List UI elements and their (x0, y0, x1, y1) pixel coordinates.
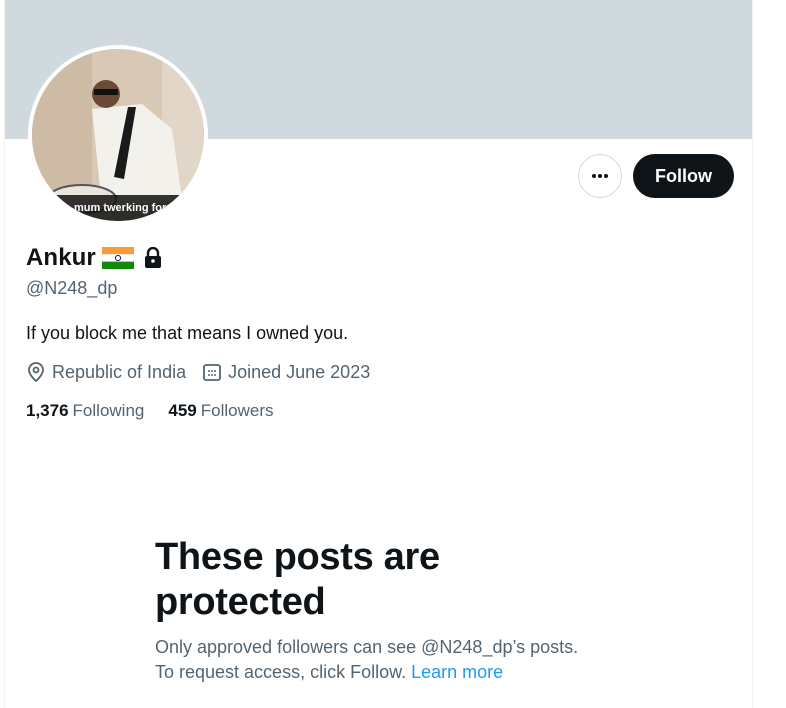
followers-link[interactable]: 459 Followers (168, 401, 273, 421)
profile-joined: Joined June 2023 (202, 362, 370, 383)
protected-line-1: Only approved followers can see @N248_dp… (155, 637, 579, 657)
more-options-button[interactable] (578, 154, 622, 198)
following-label: Following (72, 401, 145, 420)
following-link[interactable]: 1,376 Following (26, 401, 144, 421)
protected-message: Only approved followers can see @N248_dp… (155, 635, 635, 685)
followers-count: 459 (168, 401, 197, 420)
india-flag-icon (101, 247, 134, 269)
more-horizontal-icon (592, 174, 608, 178)
profile-stats: 1,376 Following 459 Followers (26, 401, 297, 421)
location-text: Republic of India (52, 361, 187, 382)
avatar-caption: mum twerking for (74, 202, 167, 214)
protected-line-2-text: To request access, click Follow. (155, 662, 412, 682)
location-pin-icon (28, 362, 44, 383)
name-row: Ankur (26, 244, 163, 272)
profile-column: mum twerking for Follow Ankur @N248_dp I… (4, 0, 753, 708)
joined-text: Joined June 2023 (228, 361, 371, 382)
lock-icon[interactable] (143, 247, 163, 269)
display-name: Ankur (26, 244, 96, 271)
follow-button[interactable]: Follow (633, 154, 734, 198)
profile-meta: Republic of India Joined June 2023 (26, 361, 386, 383)
profile-avatar[interactable]: mum twerking for (28, 45, 208, 225)
protected-line-2: To request access, click Follow. Learn m… (155, 660, 635, 685)
calendar-icon (203, 364, 221, 381)
profile-bio: If you block me that means I owned you. (26, 323, 349, 343)
profile-location: Republic of India (26, 361, 186, 383)
following-count: 1,376 (26, 401, 69, 420)
learn-more-link[interactable]: Learn more (411, 662, 503, 682)
protected-title: These posts are protected (155, 536, 440, 623)
followers-label: Followers (200, 401, 274, 420)
profile-handle: @N248_dp (26, 278, 118, 298)
